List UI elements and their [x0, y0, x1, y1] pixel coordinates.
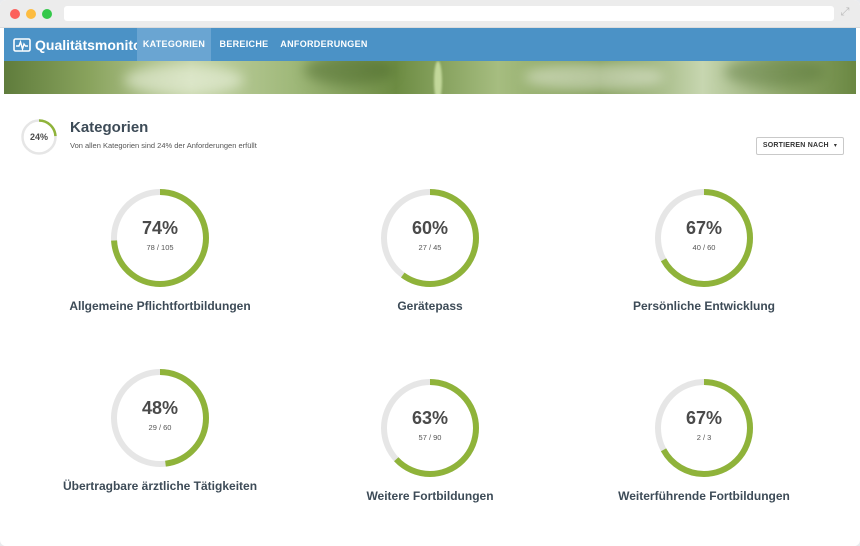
- maximize-window-dot[interactable]: [42, 9, 52, 19]
- category-percent: 63%: [411, 408, 449, 428]
- category-ratio: 29 / 60: [148, 423, 172, 432]
- header-banner-image: [4, 61, 856, 94]
- fullscreen-icon[interactable]: ⤢: [838, 5, 852, 19]
- address-bar[interactable]: [64, 6, 834, 21]
- category-ratio: 27 / 45: [418, 243, 442, 252]
- category-card[interactable]: 48% 29 / 60 Übertragbare ärztliche Tätig…: [30, 368, 290, 518]
- sort-label: SORTIEREN NACH: [762, 142, 829, 149]
- category-name: Weiterführende Fortbildungen: [618, 489, 790, 503]
- close-window-dot[interactable]: [10, 9, 20, 19]
- category-ratio: 57 / 90: [418, 433, 442, 442]
- sort-dropdown-button[interactable]: SORTIEREN NACH ▾: [756, 137, 844, 155]
- category-card[interactable]: 60% 27 / 45 Gerätepass: [300, 188, 560, 338]
- category-name: Weitere Fortbildungen: [366, 489, 494, 503]
- app-title: Qualitätsmonitor: [35, 36, 148, 53]
- category-name: Übertragbare ärztliche Tätigkeiten: [62, 479, 258, 493]
- page-subtitle: Von allen Kategorien sind 24% der Anford…: [70, 141, 257, 150]
- monitor-logo-icon: [13, 37, 31, 52]
- category-ratio: 40 / 60: [692, 243, 716, 252]
- category-name: Persönliche Entwicklung: [632, 299, 776, 313]
- category-card[interactable]: 67% 40 / 60 Persönliche Entwicklung: [574, 188, 834, 338]
- caret-down-icon: ▾: [833, 142, 838, 149]
- page-title: Kategorien: [70, 119, 149, 136]
- top-navbar: Qualitätsmonitor KATEGORIEN BEREICHE ANF…: [4, 28, 856, 61]
- nav-tab-bereiche[interactable]: BEREICHE: [214, 28, 274, 61]
- nav-tab-anforderungen[interactable]: ANFORDERUNGEN: [280, 28, 368, 61]
- minimize-window-dot[interactable]: [26, 9, 36, 19]
- category-ratio: 78 / 105: [146, 243, 174, 252]
- nav-tab-kategorien[interactable]: KATEGORIEN: [137, 28, 211, 61]
- category-name: Gerätepass: [397, 299, 463, 313]
- category-name: Allgemeine Pflichtfortbildungen: [69, 299, 251, 313]
- browser-chrome: ⤢: [0, 0, 860, 28]
- main-content: 24% Kategorien Von allen Kategorien sind…: [4, 94, 856, 546]
- summary-percent: 24%: [29, 132, 48, 142]
- category-percent: 67%: [685, 218, 723, 238]
- app-logo[interactable]: Qualitätsmonitor: [13, 28, 147, 61]
- category-ratio: 2 / 3: [696, 433, 712, 442]
- category-percent: 67%: [685, 408, 723, 428]
- category-card[interactable]: 74% 78 / 105 Allgemeine Pflichtfortbildu…: [30, 188, 290, 338]
- category-card[interactable]: 67% 2 / 3 Weiterführende Fortbildungen: [574, 378, 834, 528]
- browser-window: ⤢ Qualitätsmonitor KATEGORIEN BEREICHE A…: [0, 0, 860, 546]
- category-card[interactable]: 63% 57 / 90 Weitere Fortbildungen: [300, 378, 560, 528]
- category-percent: 48%: [141, 398, 179, 418]
- category-percent: 74%: [141, 218, 179, 238]
- category-percent: 60%: [411, 218, 449, 238]
